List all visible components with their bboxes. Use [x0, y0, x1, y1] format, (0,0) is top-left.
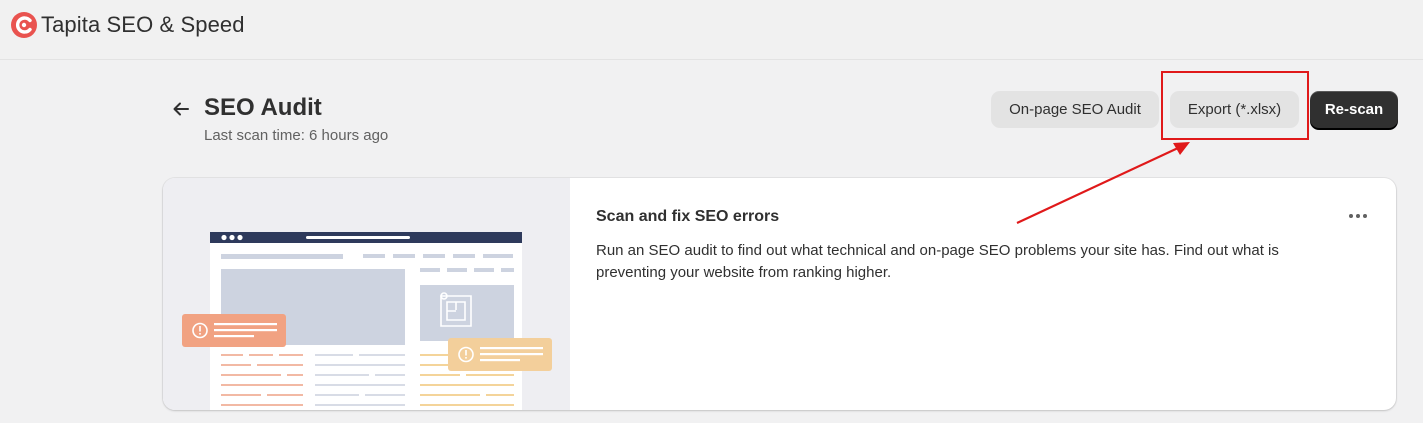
card-description: Run an SEO audit to find out what techni…: [596, 242, 1279, 281]
more-horizontal-icon[interactable]: [1343, 206, 1373, 226]
website-audit-illustration: [163, 178, 570, 410]
app-name: Tapita SEO & Speed: [41, 12, 245, 37]
rescan-button[interactable]: Re-scan: [1310, 91, 1398, 128]
card-title: Scan and fix SEO errors: [596, 208, 780, 225]
arrow-left-icon[interactable]: [170, 98, 192, 120]
scan-seo-card: Scan and fix SEO errors Run an SEO audit…: [163, 178, 1396, 410]
app-top-bar: Tapita SEO & Speed: [0, 0, 1423, 60]
onpage-seo-audit-button[interactable]: On-page SEO Audit: [991, 91, 1159, 128]
tapita-logo-icon: [11, 12, 37, 38]
last-scan-time: Last scan time: 6 hours ago: [204, 127, 389, 144]
page-title: SEO Audit: [204, 94, 322, 121]
export-xlsx-button[interactable]: Export (*.xlsx): [1170, 91, 1299, 128]
